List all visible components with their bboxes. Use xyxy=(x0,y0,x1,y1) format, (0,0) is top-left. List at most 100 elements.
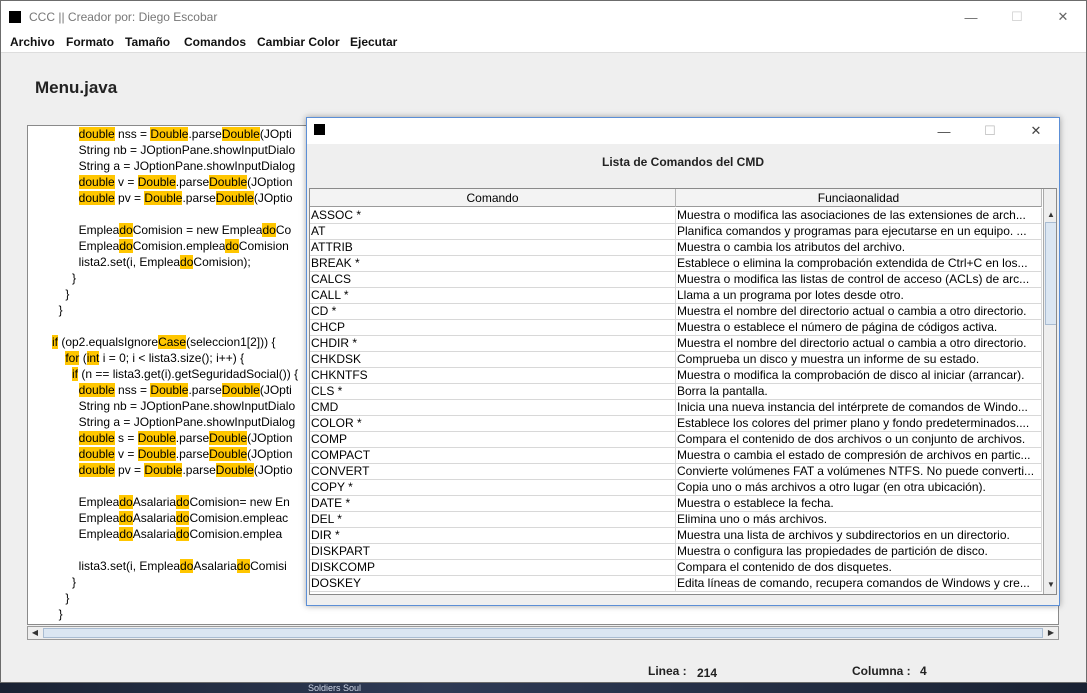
table-row[interactable]: COMPACT Muestra o cambia el estado de com… xyxy=(310,448,1042,464)
description-cell[interactable]: Elimina uno o más archivos. xyxy=(676,512,1042,527)
description-cell[interactable]: Llama a un programa por lotes desde otro… xyxy=(676,288,1042,303)
description-cell[interactable]: Establece los colores del primer plano y… xyxy=(676,416,1042,431)
table-row[interactable]: CHKNTFS Muestra o modifica la comprobació… xyxy=(310,368,1042,384)
command-cell[interactable]: CHDIR * xyxy=(310,336,676,351)
horizontal-scrollbar[interactable]: ◀ ▶ xyxy=(27,626,1059,640)
table-row[interactable]: CALCS Muestra o modifica las listas de co… xyxy=(310,272,1042,288)
table-row[interactable]: CHDIR * Muestra el nombre del directorio … xyxy=(310,336,1042,352)
description-cell[interactable]: Copia uno o más archivos a otro lugar (e… xyxy=(676,480,1042,495)
description-cell[interactable]: Muestra o configura las propiedades de p… xyxy=(676,544,1042,559)
vertical-scroll-thumb[interactable] xyxy=(1045,222,1056,325)
table-row[interactable]: CONVERT Convierte volúmenes FAT a volúmen… xyxy=(310,464,1042,480)
code-token: .parse xyxy=(182,191,216,205)
description-cell[interactable]: Planifica comandos y programas para ejec… xyxy=(676,224,1042,239)
table-row[interactable]: CMD Inicia una nueva instancia del intérp… xyxy=(310,400,1042,416)
table-row[interactable]: ASSOC * Muestra o modifica las asociacion… xyxy=(310,208,1042,224)
description-cell[interactable]: Muestra el nombre del directorio actual … xyxy=(676,336,1042,351)
table-row[interactable]: ATTRIB Muestra o cambia los atributos del… xyxy=(310,240,1042,256)
vertical-scrollbar[interactable]: ▲ ▼ xyxy=(1043,189,1056,594)
command-cell[interactable]: CHKNTFS xyxy=(310,368,676,383)
command-cell[interactable]: ASSOC * xyxy=(310,208,676,223)
table-row[interactable]: CHKDSK Comprueba un disco y muestra un in… xyxy=(310,352,1042,368)
description-cell[interactable]: Muestra o cambia el estado de compresión… xyxy=(676,448,1042,463)
description-cell[interactable]: Muestra o modifica las asociaciones de l… xyxy=(676,208,1042,223)
maximize-button[interactable]: ☐ xyxy=(994,1,1040,33)
table-row[interactable]: BREAK * Establece o elimina la comprobaci… xyxy=(310,256,1042,272)
table-body: ASSOC * Muestra o modifica las asociacion… xyxy=(310,208,1042,592)
command-cell[interactable]: CMD xyxy=(310,400,676,415)
description-cell[interactable]: Compara el contenido de dos disquetes. xyxy=(676,560,1042,575)
command-cell[interactable]: CALCS xyxy=(310,272,676,287)
description-cell[interactable]: Compara el contenido de dos archivos o u… xyxy=(676,432,1042,447)
dialog-maximize-button[interactable]: ☐ xyxy=(967,118,1013,144)
dialog-close-button[interactable]: ✕ xyxy=(1013,118,1059,144)
description-cell[interactable]: Comprueba un disco y muestra un informe … xyxy=(676,352,1042,367)
minimize-button[interactable]: — xyxy=(948,1,994,33)
command-cell[interactable]: CHCP xyxy=(310,320,676,335)
description-cell[interactable]: Convierte volúmenes FAT a volúmenes NTFS… xyxy=(676,464,1042,479)
command-cell[interactable]: DISKCOMP xyxy=(310,560,676,575)
command-cell[interactable]: COMPACT xyxy=(310,448,676,463)
table-row[interactable]: DISKPART Muestra o configura las propieda… xyxy=(310,544,1042,560)
table-row[interactable]: AT Planifica comandos y programas para ej… xyxy=(310,224,1042,240)
dialog-minimize-button[interactable]: — xyxy=(921,118,967,144)
scroll-up-icon[interactable]: ▲ xyxy=(1045,209,1056,221)
table-row[interactable]: DISKCOMP Compara el contenido de dos disq… xyxy=(310,560,1042,576)
column-header-comando[interactable]: Comando xyxy=(310,189,676,207)
table-row[interactable]: COPY * Copia uno o más archivos a otro lu… xyxy=(310,480,1042,496)
command-cell[interactable]: DATE * xyxy=(310,496,676,511)
code-text[interactable]: double nss = Double.parseDouble(JOpti St… xyxy=(52,126,298,622)
code-token: Asalaria xyxy=(132,511,177,525)
command-cell[interactable]: DOSKEY xyxy=(310,576,676,591)
command-cell[interactable]: DIR * xyxy=(310,528,676,543)
command-cell[interactable]: CALL * xyxy=(310,288,676,303)
menu-formato[interactable]: Formato xyxy=(66,35,114,49)
description-cell[interactable]: Muestra el nombre del directorio actual … xyxy=(676,304,1042,319)
column-header-funcionalidad[interactable]: Funciaonalidad xyxy=(676,189,1042,207)
table-row[interactable]: DIR * Muestra una lista de archivos y sub… xyxy=(310,528,1042,544)
description-cell[interactable]: Muestra o establece la fecha. xyxy=(676,496,1042,511)
description-cell[interactable]: Borra la pantalla. xyxy=(676,384,1042,399)
command-cell[interactable]: ATTRIB xyxy=(310,240,676,255)
command-cell[interactable]: CHKDSK xyxy=(310,352,676,367)
scroll-down-icon[interactable]: ▼ xyxy=(1045,579,1056,591)
description-cell[interactable]: Muestra o modifica las listas de control… xyxy=(676,272,1042,287)
table-row[interactable]: CALL * Llama a un programa por lotes desd… xyxy=(310,288,1042,304)
command-cell[interactable]: CLS * xyxy=(310,384,676,399)
command-cell[interactable]: DEL * xyxy=(310,512,676,527)
command-cell[interactable]: CD * xyxy=(310,304,676,319)
command-cell[interactable]: CONVERT xyxy=(310,464,676,479)
table-row[interactable]: COMP Compara el contenido de dos archivos… xyxy=(310,432,1042,448)
description-cell[interactable]: Muestra una lista de archivos y subdirec… xyxy=(676,528,1042,543)
description-cell[interactable]: Muestra o modifica la comprobación de di… xyxy=(676,368,1042,383)
table-row[interactable]: DATE * Muestra o establece la fecha. xyxy=(310,496,1042,512)
description-cell[interactable]: Muestra o establece el número de página … xyxy=(676,320,1042,335)
menu-comandos[interactable]: Comandos xyxy=(184,35,246,49)
menu-archivo[interactable]: Archivo xyxy=(10,35,55,49)
description-cell[interactable]: Inicia una nueva instancia del intérpret… xyxy=(676,400,1042,415)
table-row[interactable]: DOSKEY Edita líneas de comando, recupera … xyxy=(310,576,1042,592)
table-row[interactable]: CD * Muestra el nombre del directorio act… xyxy=(310,304,1042,320)
table-row[interactable]: CHCP Muestra o establece el número de pág… xyxy=(310,320,1042,336)
scroll-right-icon[interactable]: ▶ xyxy=(1045,627,1057,639)
menu-ejecutar[interactable]: Ejecutar xyxy=(350,35,397,49)
command-cell[interactable]: BREAK * xyxy=(310,256,676,271)
command-cell[interactable]: COPY * xyxy=(310,480,676,495)
close-button[interactable]: ✕ xyxy=(1040,1,1086,33)
table-row[interactable]: COLOR * Establece los colores del primer … xyxy=(310,416,1042,432)
command-cell[interactable]: COLOR * xyxy=(310,416,676,431)
menu-tamano[interactable]: Tamaño xyxy=(125,35,170,49)
scroll-left-icon[interactable]: ◀ xyxy=(29,627,41,639)
description-cell[interactable]: Muestra o cambia los atributos del archi… xyxy=(676,240,1042,255)
table-row[interactable]: CLS * Borra la pantalla. xyxy=(310,384,1042,400)
command-cell[interactable]: DISKPART xyxy=(310,544,676,559)
table-row[interactable]: DEL * Elimina uno o más archivos. xyxy=(310,512,1042,528)
command-cell[interactable]: COMP xyxy=(310,432,676,447)
horizontal-scroll-thumb[interactable] xyxy=(43,628,1043,638)
description-cell[interactable]: Edita líneas de comando, recupera comand… xyxy=(676,576,1042,591)
description-cell[interactable]: Establece o elimina la comprobación exte… xyxy=(676,256,1042,271)
command-cell[interactable]: AT xyxy=(310,224,676,239)
menu-cambiar-color[interactable]: Cambiar Color xyxy=(257,35,340,49)
code-line: lista2.set(i, EmpleadoComision); xyxy=(52,254,298,270)
